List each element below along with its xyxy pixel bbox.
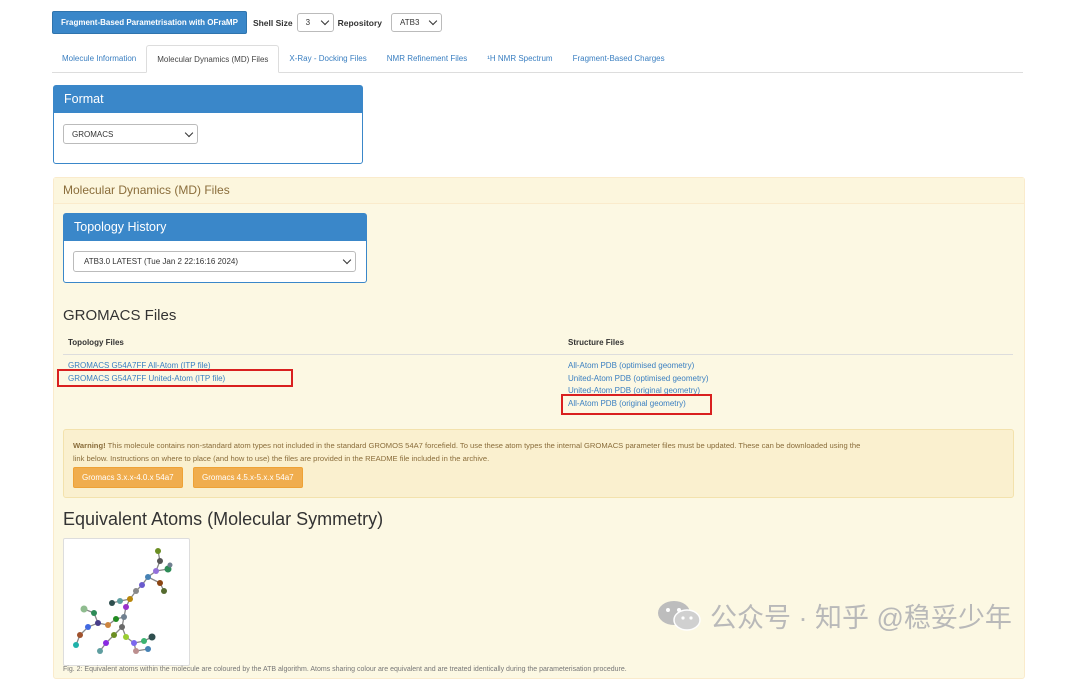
shell-size-value: 3	[305, 18, 311, 27]
gromacs-files-heading: GROMACS Files	[63, 307, 177, 324]
chevron-down-icon	[342, 255, 352, 265]
chevron-down-icon	[184, 128, 194, 137]
tab-bar: Molecule Information Molecular Dynamics …	[52, 45, 1023, 73]
shell-size-label: Shell Size	[252, 17, 293, 28]
molecule-symmetry-image[interactable]	[63, 538, 190, 666]
united-atom-pdb-optimised-link[interactable]: United-Atom PDB (optimised geometry)	[568, 374, 709, 383]
watermark-text: 公众号 · 知乎 @稳妥少年	[710, 603, 1012, 633]
highlight-box-united-atom-itp	[57, 369, 293, 387]
topology-history-select[interactable]: ATB3.0 LATEST (Tue Jan 2 22:16:16 2024)	[73, 251, 356, 272]
watermark: 公众号 · 知乎 @稳妥少年	[656, 596, 1012, 635]
format-panel-title: Format	[54, 86, 362, 113]
repository-label: Repository	[337, 17, 383, 28]
molecule-graph	[73, 548, 173, 654]
tab-md-files[interactable]: Molecular Dynamics (MD) Files	[146, 45, 280, 73]
shell-size-select[interactable]: 3	[296, 13, 334, 32]
all-atom-pdb-optimised-link[interactable]: All-Atom PDB (optimised geometry)	[568, 361, 694, 370]
chevron-down-icon	[320, 16, 329, 26]
topology-history-title: Topology History	[64, 214, 366, 241]
tab-xray-docking[interactable]: X-Ray - Docking Files	[279, 45, 376, 72]
tab-molecule-information[interactable]: Molecule Information	[52, 45, 146, 72]
gromacs-3x-download-button[interactable]: Gromacs 3.x.x-4.0.x 54a7	[73, 467, 183, 488]
warning-line1: This molecule contains non-standard atom…	[105, 441, 861, 450]
structure-files-header: Structure Files	[568, 338, 625, 347]
tab-h-nmr-spectrum[interactable]: ¹H NMR Spectrum	[477, 45, 562, 72]
equivalent-atoms-heading: Equivalent Atoms (Molecular Symmetry)	[63, 509, 384, 529]
wechat-icon	[658, 600, 701, 631]
tab-nmr-refinement[interactable]: NMR Refinement Files	[377, 45, 477, 72]
tab-fragment-charges[interactable]: Fragment-Based Charges	[563, 45, 675, 72]
repository-select[interactable]: ATB3	[391, 13, 443, 32]
warning-line2: link below. Instructions on where to pla…	[73, 453, 490, 463]
topology-files-header: Topology Files	[68, 338, 124, 347]
chevron-down-icon	[428, 16, 438, 26]
repository-value: ATB3	[400, 18, 420, 27]
format-select[interactable]: GROMACS	[63, 124, 198, 144]
table-divider	[63, 354, 1013, 355]
topology-history-value: ATB3.0 LATEST (Tue Jan 2 22:16:16 2024)	[84, 257, 239, 266]
top-toolbar: Fragment-Based Parametrisation with OFra…	[52, 11, 443, 34]
md-files-panel-title: Molecular Dynamics (MD) Files	[54, 178, 1024, 204]
fragment-parametrisation-button[interactable]: Fragment-Based Parametrisation with OFra…	[52, 11, 247, 34]
topology-history-panel: Topology History ATB3.0 LATEST (Tue Jan …	[63, 213, 367, 283]
format-value: GROMACS	[72, 129, 114, 139]
highlight-box-all-atom-pdb-original	[561, 394, 712, 415]
figure-caption-partial: Fig. 2: Equivalent atoms within the mole…	[63, 666, 627, 673]
gromacs-45x-download-button[interactable]: Gromacs 4.5.x-5.x.x 54a7	[193, 467, 303, 488]
warning-text: Warning! This molecule contains non-stan…	[73, 440, 998, 465]
warning-bold: Warning!	[73, 441, 106, 450]
format-panel: Format GROMACS	[53, 85, 363, 164]
